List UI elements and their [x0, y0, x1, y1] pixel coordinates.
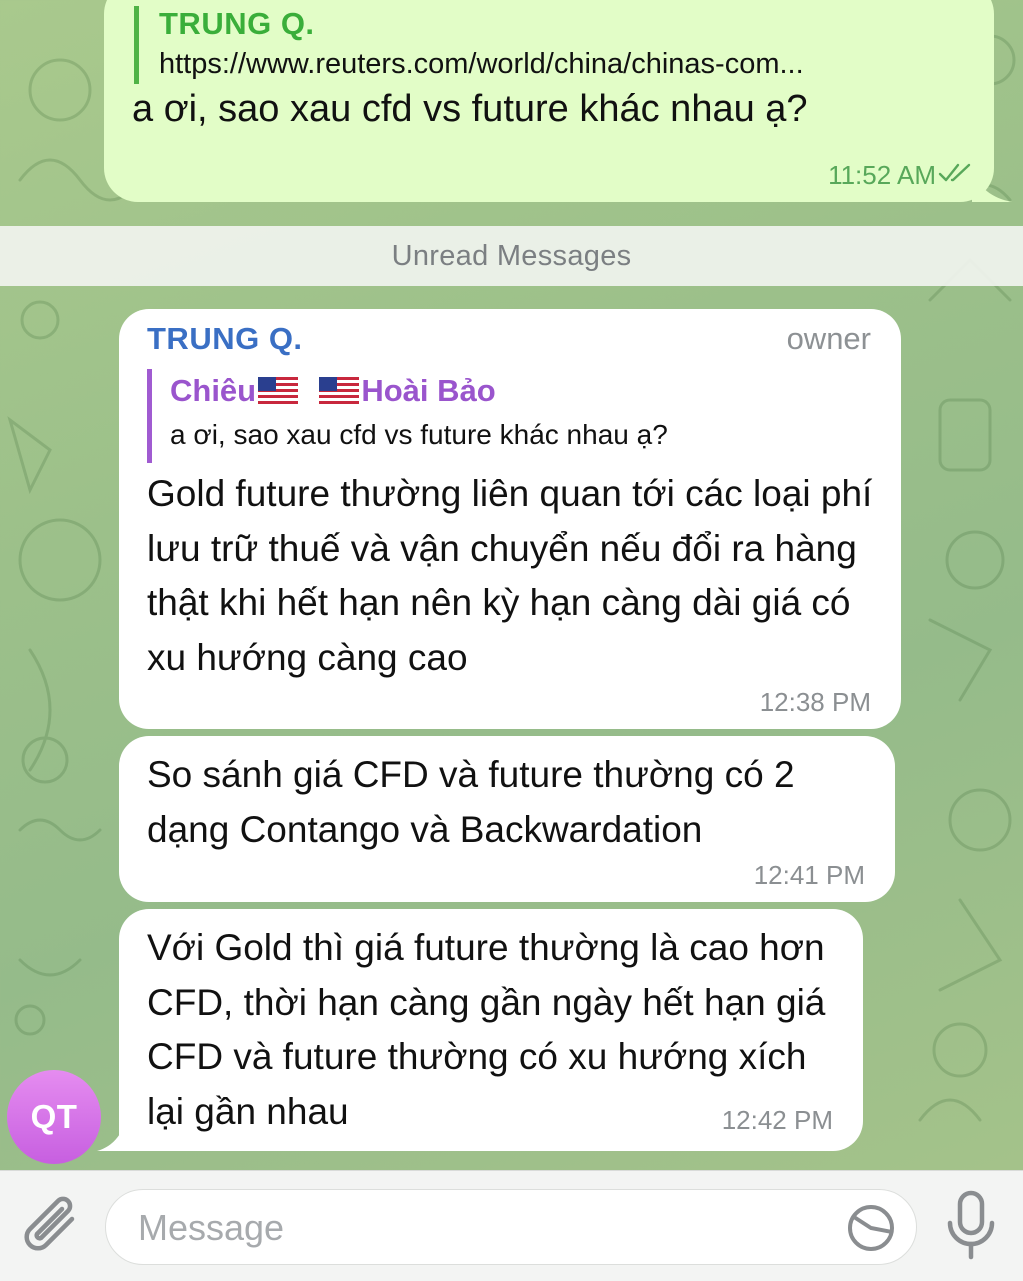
- message-field[interactable]: [105, 1189, 917, 1265]
- message-text: a ơi, sao xau cfd vs future khác nhau ạ?: [132, 88, 808, 130]
- message-input-bar: [0, 1170, 1023, 1281]
- reply-preview[interactable]: TRUNG Q. https://www.reuters.com/world/c…: [134, 6, 964, 84]
- unread-label: Unread Messages: [391, 239, 632, 272]
- incoming-message-bubble[interactable]: So sánh giá CFD và future thường có 2 dạ…: [119, 736, 895, 902]
- reply-name-first: Chiêu: [170, 373, 257, 408]
- avatar-initials: QT: [30, 1098, 78, 1135]
- reply-link-text: https://www.reuters.com/world/china/chin…: [159, 48, 804, 80]
- us-flag-icon: [319, 377, 360, 404]
- message-text: So sánh giá CFD và future thường có 2 dạ…: [147, 754, 795, 850]
- message-time: 11:52 AM: [828, 160, 936, 190]
- bubble-tail: [97, 1119, 127, 1151]
- outgoing-message-bubble[interactable]: TRUNG Q. https://www.reuters.com/world/c…: [104, 0, 1012, 202]
- attach-paperclip-icon[interactable]: [22, 1191, 84, 1259]
- owner-badge: owner: [786, 321, 871, 356]
- reply-quoted-text: a ơi, sao xau cfd vs future khác nhau ạ?: [170, 419, 668, 450]
- unread-messages-divider: Unread Messages: [0, 226, 1023, 286]
- reply-sender-name: TRUNG Q.: [159, 6, 315, 41]
- microphone-icon[interactable]: [944, 1189, 998, 1261]
- bubble-tail: [972, 168, 1012, 202]
- reply-name-second: Hoài Bảo: [361, 373, 496, 408]
- double-check-icon: [938, 163, 971, 182]
- message-text: Gold future thường liên quan tới các loạ…: [147, 473, 873, 678]
- message-input[interactable]: [136, 1198, 820, 1258]
- reply-preview[interactable]: Chiêu Hoài Bảo a ơi, sao xau cfd vs futu…: [147, 369, 847, 463]
- message-time: 12:41 PM: [753, 860, 865, 890]
- sender-name[interactable]: TRUNG Q.: [147, 321, 303, 357]
- incoming-message-bubble[interactable]: Với Gold thì giá future thường là cao hơ…: [97, 909, 863, 1151]
- us-flag-icon: [258, 377, 299, 404]
- incoming-message-bubble[interactable]: TRUNG Q. owner Chiêu Hoài Bảo a ơi, sao …: [119, 309, 901, 729]
- sticker-icon[interactable]: [846, 1203, 896, 1253]
- reply-sender-name: Chiêu Hoài Bảo: [170, 373, 496, 409]
- message-time: 12:42 PM: [721, 1105, 833, 1135]
- message-time: 12:38 PM: [759, 687, 871, 717]
- sender-avatar[interactable]: QT: [7, 1070, 101, 1164]
